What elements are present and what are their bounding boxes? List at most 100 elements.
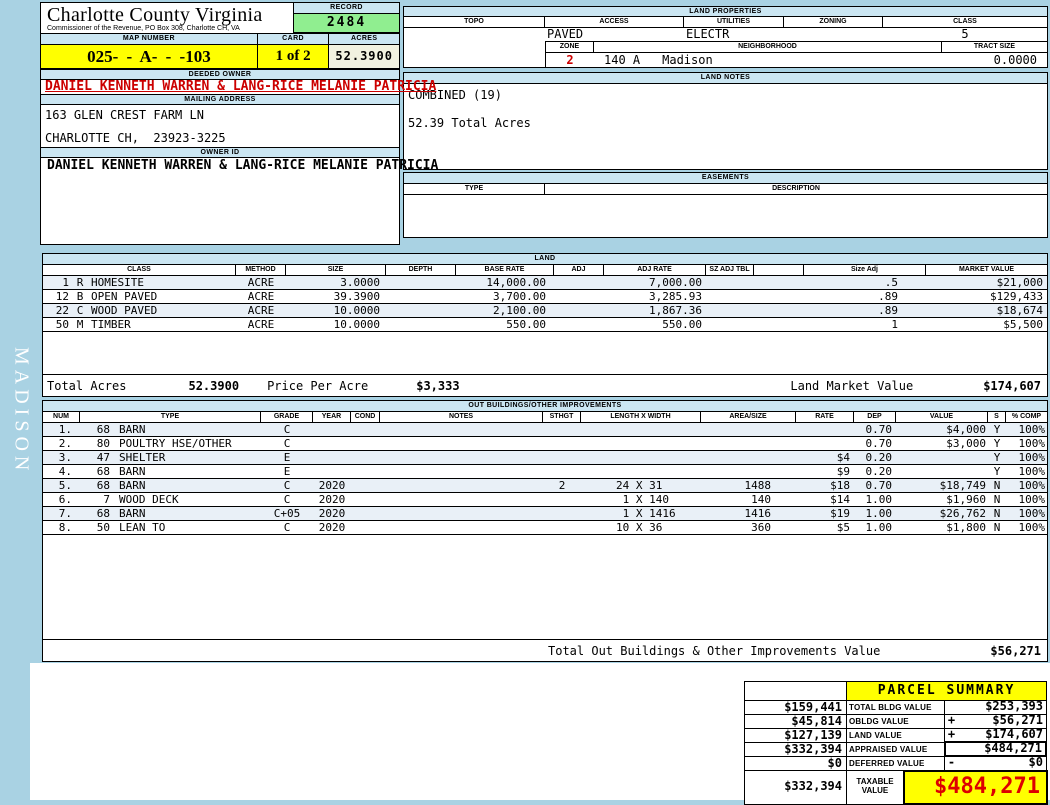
col-sz-adj-tbl: SZ ADJ TBL <box>706 265 754 275</box>
card-value: 1 of 2 <box>257 45 330 68</box>
land-market-value-label: Land Market Value <box>790 378 914 393</box>
land-properties-panel: LAND PROPERTIES TOPO ACCESS UTILITIES ZO… <box>403 6 1048 68</box>
county-title-block: Charlotte County Virginia Commissioner o… <box>41 3 293 33</box>
land-totals-row: Total Acres 52.3900 Price Per Acre $3,33… <box>43 374 1047 396</box>
out-building-row: 8. 50 LEAN TO C 2020 10 X 36 360 $5 1.00 $1,… <box>43 521 1047 535</box>
col-cond: COND <box>351 412 380 422</box>
property-record-card: { "colors": { "page_bg": "#a9d2e3", "sec… <box>0 0 1050 805</box>
price-per-acre-value: $3,333 <box>416 378 460 393</box>
summary-left-value: $159,441 <box>744 700 847 715</box>
land-note-line-2: 52.39 Total Acres <box>408 116 531 130</box>
land-market-value: $174,607 <box>983 378 1041 393</box>
parcel-summary-panel: PARCEL SUMMARY $159,441 TOTAL BLDG VALUE… <box>744 681 1048 805</box>
land-row: 50 M TIMBER ACRE 10.0000 550.00 550.00 1 $5,… <box>43 318 1047 332</box>
tract-size-value: 0.0000 <box>993 53 1037 67</box>
zone-label: ZONE <box>546 42 594 52</box>
out-building-row: 3. 47 SHELTER E $4 0.20 Y 100% <box>43 451 1047 465</box>
col-blank <box>754 265 804 275</box>
out-building-row: 7. 68 BARN C+05 2020 1 X 1416 1416 $19 1.00… <box>43 507 1047 521</box>
easements-title: EASEMENTS <box>404 173 1047 184</box>
summary-row-appraised: $332,394 APPRAISED VALUE $484,271 <box>744 741 1048 757</box>
col-dep: DEP <box>854 412 896 422</box>
neighborhood-code: 140 A <box>604 53 641 67</box>
zone-value: 2 <box>566 53 574 67</box>
county-title: Charlotte County Virginia <box>47 4 263 26</box>
col-s: S <box>988 412 1006 422</box>
easement-type-label: TYPE <box>404 184 545 194</box>
land-note-line-1: COMBINED (19) <box>408 88 502 102</box>
land-properties-title: LAND PROPERTIES <box>404 7 1047 17</box>
summary-left-value: $127,139 <box>744 728 847 743</box>
zone-value-row: 2 140 A Madison 0.0000 <box>546 53 1047 67</box>
out-building-row: 6. 7 WOOD DECK C 2020 1 X 140 140 $14 1.00 $… <box>43 493 1047 507</box>
col-adj: ADJ <box>554 265 604 275</box>
land-notes-title: LAND NOTES <box>404 73 1047 84</box>
land-row: 22 C WOOD PAVED ACRE 10.0000 2,100.00 1,867… <box>43 304 1047 318</box>
zoning-label: ZONING <box>784 17 883 27</box>
zone-header-row: ZONE NEIGHBORHOOD TRACT SIZE <box>546 42 1047 53</box>
owner-panel-filler <box>41 173 399 244</box>
land-table-title: LAND <box>43 254 1047 265</box>
topo-value <box>404 28 545 41</box>
acres-label: ACRES <box>329 33 399 45</box>
col-area-size: AREA/SIZE <box>701 412 796 422</box>
map-number-header-row: MAP NUMBER CARD ACRES <box>41 33 399 45</box>
summary-value: $0 <box>1028 755 1043 769</box>
col-rate: RATE <box>796 412 854 422</box>
col-grade: GRADE <box>261 412 313 422</box>
out-buildings-total-row: Total Out Buildings & Other Improvements… <box>43 639 1047 661</box>
record-number: 2484 <box>294 14 399 32</box>
col-size: SIZE <box>286 265 386 275</box>
col-year: YEAR <box>313 412 351 422</box>
summary-label: DEFERRED VALUE <box>846 756 945 771</box>
easements-panel: EASEMENTS TYPE DESCRIPTION <box>403 172 1048 238</box>
summary-left-value: $0 <box>744 756 847 771</box>
neighborhood-label: NEIGHBORHOOD <box>594 42 942 52</box>
land-notes-body: COMBINED (19) 52.39 Total Acres <box>404 84 1047 169</box>
address-line-1: 163 GLEN CREST FARM LN <box>45 108 204 122</box>
map-number-value: 025- - A- - -103 <box>41 45 258 68</box>
out-building-row: 4. 68 BARN E $9 0.20 Y 100% <box>43 465 1047 479</box>
summary-left-value: $45,814 <box>744 714 847 729</box>
total-acres-value: 52.3900 <box>188 378 240 393</box>
out-building-row: 5. 68 BARN C 2020 2 24 X 31 1488 $18 0.70 $18… <box>43 479 1047 493</box>
col-market-value: MARKET VALUE <box>926 265 1047 275</box>
out-building-row: 2. 80 POULTRY HSE/OTHER C 0.70 $3,000 Y 100… <box>43 437 1047 451</box>
summary-left-value: $332,394 <box>744 742 847 757</box>
header-owner-panel: Charlotte County Virginia Commissioner o… <box>40 2 439 245</box>
record-box: RECORD 2484 <box>293 3 399 33</box>
utilities-label: UTILITIES <box>684 17 784 27</box>
summary-operator: - <box>947 755 956 769</box>
out-buildings-header-row: NUM TYPE GRADE YEAR COND NOTES STHGT LEN… <box>43 412 1047 423</box>
price-per-acre-label: Price Per Acre <box>267 378 369 393</box>
land-row: 1 R HOMESITE ACRE 3.0000 14,000.00 7,000.00… <box>43 276 1047 290</box>
col-base-rate: BASE RATE <box>456 265 554 275</box>
deeded-owner-value: DANIEL KENNETH WARREN & LANG-RICE MELANI… <box>45 79 437 94</box>
address-line-2: CHARLOTTE CH, 23923-3225 <box>45 131 226 145</box>
total-acres-label: Total Acres <box>47 378 127 393</box>
record-label: RECORD <box>294 3 399 14</box>
land-table-header-row: CLASS METHOD SIZE DEPTH BASE RATE ADJ AD… <box>43 265 1047 276</box>
col-class: CLASS <box>43 265 236 275</box>
col-sthgt: STHGT <box>543 412 581 422</box>
zone-table: ZONE NEIGHBORHOOD TRACT SIZE 2 140 A Mad… <box>545 41 1047 67</box>
map-number-value-row: 025- - A- - -103 1 of 2 52.3900 <box>41 45 399 69</box>
owner-id-value: DANIEL KENNETH WARREN & LANG-RICE MELANI… <box>47 158 439 173</box>
parcel-summary-title: PARCEL SUMMARY <box>846 681 1047 701</box>
land-row: 12 B OPEN PAVED ACRE 39.3900 3,700.00 3,285… <box>43 290 1047 304</box>
neighborhood-name: Madison <box>662 53 713 67</box>
easement-description-label: DESCRIPTION <box>545 184 1047 194</box>
district-watermark: MADISON <box>10 346 33 476</box>
class-label: CLASS <box>883 17 1047 27</box>
summary-value: $484,271 <box>984 741 1042 755</box>
col-method: METHOD <box>236 265 286 275</box>
col-type: TYPE <box>80 412 261 422</box>
col-length-width: LENGTH X WIDTH <box>581 412 701 422</box>
col-adj-rate: ADJ RATE <box>604 265 706 275</box>
zoning-value <box>784 28 883 41</box>
summary-label: APPRAISED VALUE <box>846 742 945 757</box>
land-properties-value-row: PAVED ELECTR 5 <box>404 28 1047 41</box>
map-number-label: MAP NUMBER <box>41 33 258 45</box>
col-pct-comp: % COMP <box>1006 412 1047 422</box>
col-depth: DEPTH <box>386 265 456 275</box>
